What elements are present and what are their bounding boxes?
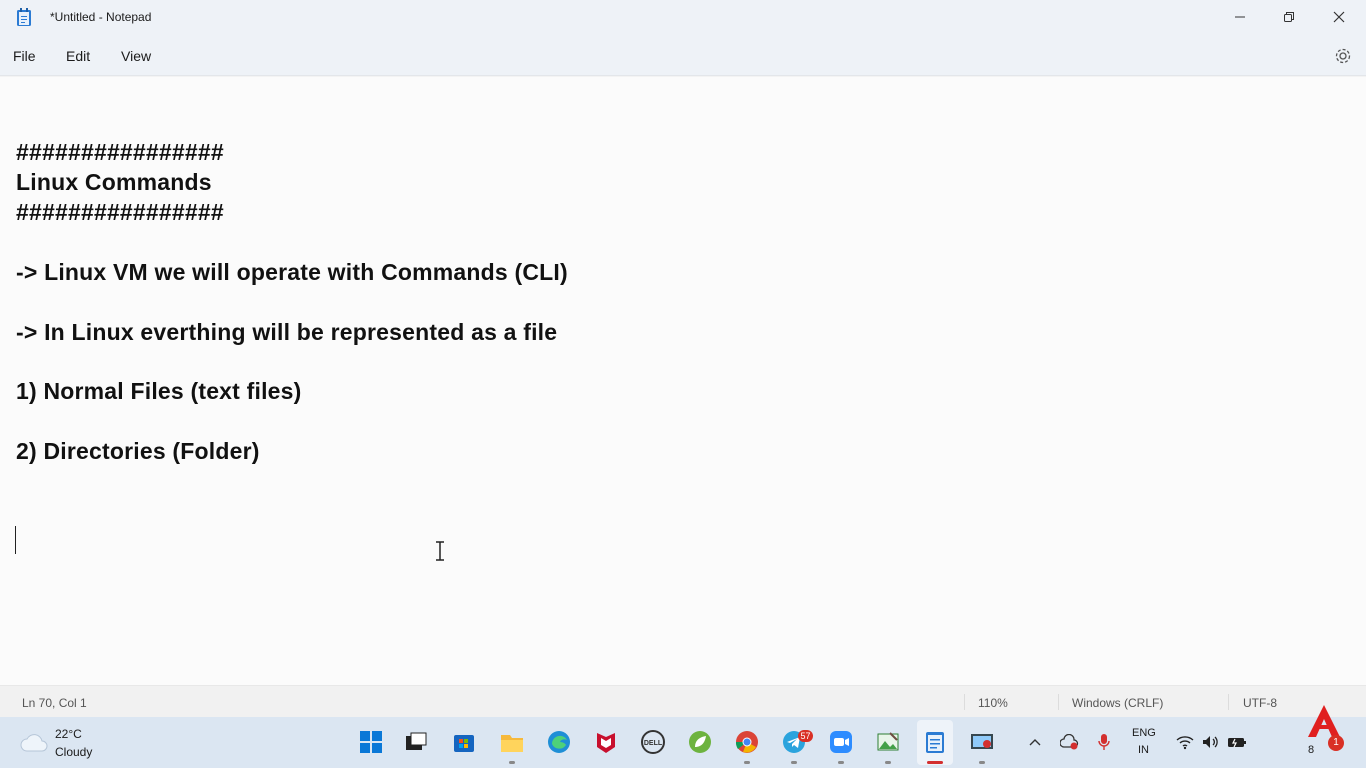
text-editor[interactable]: ################ Linux Commands ########… [0,77,1366,685]
close-icon [1333,11,1345,23]
editor-line: ################ [16,139,224,165]
line-ending: Windows (CRLF) [1072,696,1164,710]
task-view-icon[interactable] [403,729,429,755]
volume-icon[interactable] [1201,734,1219,750]
editor-line: 2) Directories (Folder) [16,438,260,464]
encoding: UTF-8 [1243,696,1277,710]
spring-tool-icon[interactable] [687,729,713,755]
cloudy-weather-icon[interactable] [20,733,48,753]
status-divider [1228,694,1229,710]
close-button[interactable] [1316,0,1362,34]
notification-badge[interactable]: 1 [1328,735,1344,751]
running-indicator [791,761,797,764]
editor-line: ################ [16,199,224,225]
menu-edit[interactable]: Edit [66,48,90,64]
language-indicator-bottom: IN [1138,744,1149,756]
editor-line: -> Linux VM we will operate with Command… [16,259,568,285]
ibeam-cursor-icon [436,541,444,561]
clock-partial: 8 [1308,744,1315,756]
start-windows-icon[interactable] [358,729,384,755]
title-bar: *Untitled - Notepad [0,0,1366,36]
running-indicator [979,761,985,764]
window-title: *Untitled - Notepad [50,10,152,24]
settings-gear-icon[interactable] [1334,47,1352,65]
chevron-up-icon[interactable] [1028,737,1042,747]
file-explorer-icon[interactable] [499,729,525,755]
language-indicator-top[interactable]: ENG [1132,727,1156,739]
battery-charging-icon[interactable] [1226,734,1248,750]
running-indicator [744,761,750,764]
running-indicator [838,761,844,764]
restore-button[interactable] [1266,0,1312,34]
running-indicator [885,761,891,764]
notepad-taskbar-icon[interactable] [922,729,948,755]
dell-icon[interactable]: DELL [640,729,666,755]
mcafee-icon[interactable] [593,729,619,755]
taskbar: 22°C Cloudy DELL 57 ENG IN 8 1 [0,705,1366,768]
zoom-level: 110% [978,696,1008,710]
status-divider [1058,694,1059,710]
weather-description: Cloudy [55,745,93,759]
edge-browser-icon[interactable] [546,729,572,755]
minimize-button[interactable] [1217,0,1263,34]
restore-icon [1284,12,1294,22]
onedrive-sync-icon[interactable] [1060,734,1080,750]
menu-view[interactable]: View [121,48,151,64]
notepad-icon [17,8,31,26]
photo-editor-icon[interactable] [875,729,901,755]
minimize-icon [1235,16,1245,18]
screen-recorder-icon[interactable] [969,729,995,755]
editor-line: Linux Commands [16,169,212,195]
editor-line: -> In Linux everthing will be represente… [16,319,558,345]
active-indicator [927,761,943,764]
weather-temperature: 22°C [55,727,82,741]
telegram-unread-badge: 57 [798,730,813,742]
running-indicator [509,761,515,764]
menu-bar: File Edit View [0,36,1366,76]
wifi-icon[interactable] [1176,734,1194,750]
zoom-icon[interactable] [828,729,854,755]
text-caret [15,526,16,554]
menu-file[interactable]: File [13,48,36,64]
status-divider [964,694,965,710]
microsoft-store-icon[interactable] [451,729,477,755]
cursor-position: Ln 70, Col 1 [22,696,87,710]
svg-text:DELL: DELL [644,740,663,747]
chrome-icon[interactable] [734,729,760,755]
editor-line: 1) Normal Files (text files) [16,378,302,404]
brand-logo-icon [1308,705,1340,737]
status-bar: Ln 70, Col 1 110% Windows (CRLF) UTF-8 [0,685,1366,717]
microphone-icon[interactable] [1097,733,1111,751]
